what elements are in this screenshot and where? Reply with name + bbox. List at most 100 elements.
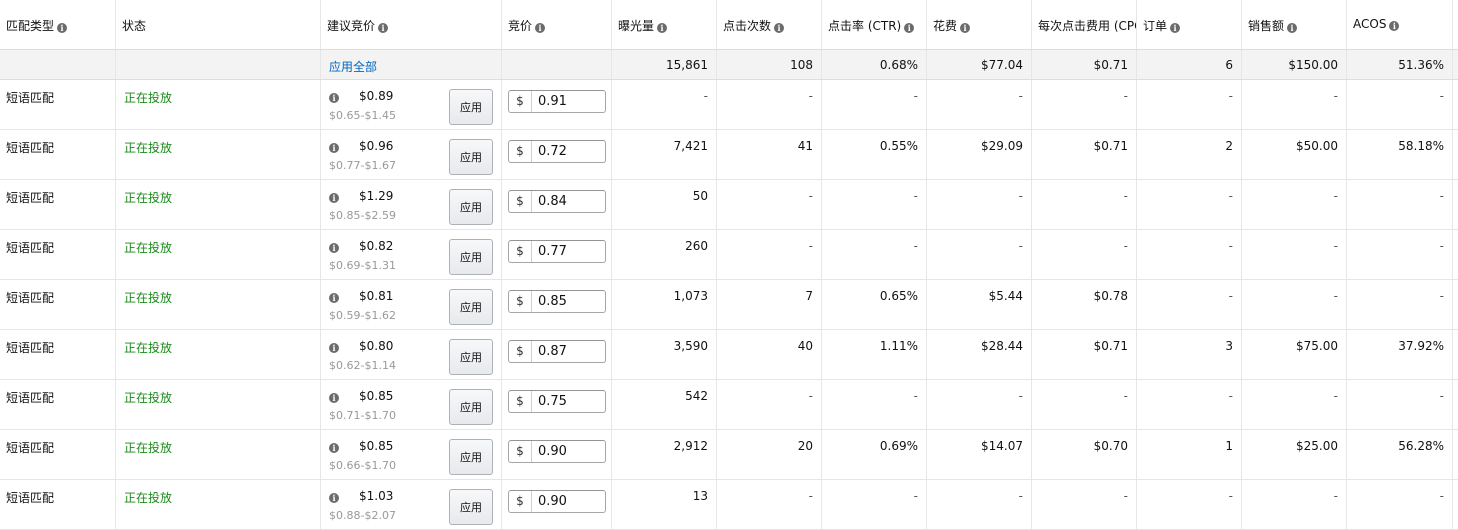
bid-value[interactable]: 0.85: [538, 291, 567, 312]
suggested-bid-value: $0.96: [359, 139, 394, 153]
info-icon[interactable]: i: [378, 23, 389, 33]
suggested-bid-value: $1.29: [359, 189, 394, 203]
info-icon[interactable]: i: [329, 143, 339, 153]
apply-button[interactable]: 应用: [449, 139, 493, 175]
orders-value: -: [1137, 230, 1242, 279]
table-row: 短语匹配 正在投放 i $0.82 $0.69-$1.31 应用 $0.77 260- - - - -…: [0, 230, 1458, 280]
table-header: 匹配类型 i 状态 建议竞价 i 竞价 i 曝光量 i 点击次数 i 点击率 (CTR) i…: [0, 0, 1458, 50]
suggested-bid-value: $0.85: [359, 439, 394, 453]
header-acos[interactable]: ACOS i: [1347, 0, 1453, 49]
header-orders[interactable]: 订单 i: [1137, 0, 1242, 49]
suggested-bid-value: $0.80: [359, 339, 394, 353]
cpc-value: -: [1032, 380, 1137, 429]
cpc-value: $0.78: [1032, 280, 1137, 329]
table-row: 短语匹配 正在投放 i $0.80 $0.62-$1.14 应用 $0.87 3,590 40 1…: [0, 330, 1458, 380]
spend-value: -: [927, 180, 1032, 229]
bid-input[interactable]: $0.85: [508, 290, 606, 313]
apply-button[interactable]: 应用: [449, 339, 493, 375]
bid-value[interactable]: 0.90: [538, 491, 567, 512]
info-icon[interactable]: i: [329, 393, 339, 403]
header-impressions[interactable]: 曝光量 i: [612, 0, 717, 49]
clicks-value: 41: [717, 130, 822, 179]
table-row: 短语匹配 正在投放 i $0.81 $0.59-$1.62 应用 $0.85 1,073 7 0.…: [0, 280, 1458, 330]
header-bid[interactable]: 竞价 i: [502, 0, 612, 49]
apply-button[interactable]: 应用: [449, 189, 493, 225]
info-icon[interactable]: i: [329, 193, 339, 203]
info-icon[interactable]: i: [329, 493, 339, 503]
apply-button[interactable]: 应用: [449, 289, 493, 325]
spend-value: -: [927, 230, 1032, 279]
status-text: 正在投放: [116, 380, 321, 429]
impressions-value: 1,073: [612, 280, 717, 329]
status-text: 正在投放: [116, 80, 321, 129]
header-label: 订单: [1143, 19, 1168, 33]
bid-input[interactable]: $0.77: [508, 240, 606, 263]
info-icon[interactable]: i: [904, 23, 915, 33]
info-icon[interactable]: i: [329, 93, 339, 103]
bid-input[interactable]: $0.75: [508, 390, 606, 413]
apply-button[interactable]: 应用: [449, 489, 493, 525]
sales-value: $25.00: [1242, 430, 1347, 479]
summary-spend: $77.04: [927, 50, 1032, 79]
currency-symbol: $: [509, 291, 532, 312]
impressions-value: 2,912: [612, 430, 717, 479]
header-cpc[interactable]: 每次点击费用 (CPC): [1032, 0, 1137, 49]
info-icon[interactable]: i: [1287, 23, 1298, 33]
summary-row: 应用全部 15,861 108 0.68% $77.04 $0.71 6 $15…: [0, 50, 1458, 80]
info-icon[interactable]: i: [960, 23, 971, 33]
ctr-value: 0.55%: [822, 130, 927, 179]
table-row: 短语匹配 正在投放 i $0.96 $0.77-$1.67 应用 $0.72 7,421 41 0…: [0, 130, 1458, 180]
info-icon[interactable]: i: [329, 443, 339, 453]
suggested-bid-cell: i $0.89 $0.65-$1.45 应用: [321, 80, 502, 129]
info-icon[interactable]: i: [329, 293, 339, 303]
summary-acos: 51.36%: [1347, 50, 1453, 79]
bid-input[interactable]: $0.87: [508, 340, 606, 363]
suggested-bid-value: $1.03: [359, 489, 394, 503]
header-suggested-bid[interactable]: 建议竞价 i: [321, 0, 502, 49]
header-sales[interactable]: 销售额 i: [1242, 0, 1347, 49]
match-type: 短语匹配: [0, 380, 116, 429]
sales-value: $50.00: [1242, 130, 1347, 179]
bid-input[interactable]: $0.90: [508, 490, 606, 513]
bid-value[interactable]: 0.87: [538, 341, 567, 362]
bid-value[interactable]: 0.75: [538, 391, 567, 412]
apply-button[interactable]: 应用: [449, 439, 493, 475]
bid-value[interactable]: 0.91: [538, 91, 567, 112]
header-status[interactable]: 状态: [116, 0, 321, 49]
header-ctr[interactable]: 点击率 (CTR) i: [822, 0, 927, 49]
apply-button[interactable]: 应用: [449, 389, 493, 425]
apply-button[interactable]: 应用: [449, 89, 493, 125]
bid-value[interactable]: 0.77: [538, 241, 567, 262]
summary-clicks: 108: [717, 50, 822, 79]
info-icon[interactable]: i: [774, 23, 785, 33]
bid-input[interactable]: $0.90: [508, 440, 606, 463]
info-icon[interactable]: i: [535, 23, 546, 33]
info-icon[interactable]: i: [57, 23, 68, 33]
impressions-value: 542: [612, 380, 717, 429]
bid-input[interactable]: $0.72: [508, 140, 606, 163]
acos-value: 56.28%: [1347, 430, 1453, 479]
acos-value: 58.18%: [1347, 130, 1453, 179]
ctr-value: 0.65%: [822, 280, 927, 329]
orders-value: -: [1137, 480, 1242, 529]
info-icon[interactable]: i: [329, 343, 339, 353]
suggested-bid-value: $0.89: [359, 89, 394, 103]
info-icon[interactable]: i: [329, 243, 339, 253]
cpc-value: -: [1032, 480, 1137, 529]
info-icon[interactable]: i: [1389, 21, 1400, 31]
header-label: 曝光量: [618, 19, 655, 33]
bid-value[interactable]: 0.90: [538, 441, 567, 462]
info-icon[interactable]: i: [657, 23, 668, 33]
header-clicks[interactable]: 点击次数 i: [717, 0, 822, 49]
bid-input[interactable]: $0.84: [508, 190, 606, 213]
header-spend[interactable]: 花费 i: [927, 0, 1032, 49]
header-match-type[interactable]: 匹配类型 i: [0, 0, 116, 49]
bid-input[interactable]: $0.91: [508, 90, 606, 113]
bid-value[interactable]: 0.72: [538, 141, 567, 162]
info-icon[interactable]: i: [1170, 23, 1181, 33]
ctr-value: -: [822, 380, 927, 429]
apply-all-link[interactable]: 应用全部: [321, 50, 502, 79]
apply-button[interactable]: 应用: [449, 239, 493, 275]
suggested-bid-value: $0.82: [359, 239, 394, 253]
bid-value[interactable]: 0.84: [538, 191, 567, 212]
